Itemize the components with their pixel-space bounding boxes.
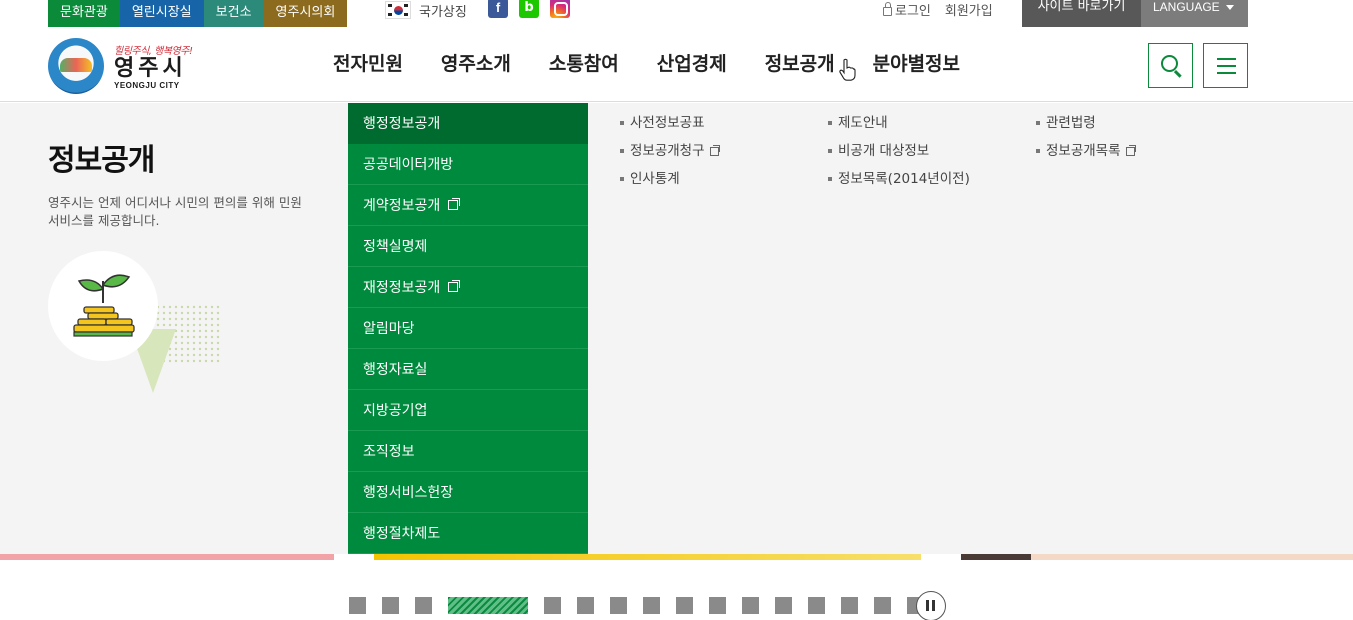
slide-indicator[interactable] [349, 597, 366, 614]
mega-menu-title: 정보공개 [48, 143, 155, 178]
quick-links: 문화관광 열린시장실 보건소 영주시의회 [48, 0, 348, 27]
all-menu-button[interactable] [1203, 43, 1248, 88]
slide-indicator-active[interactable] [448, 597, 528, 614]
korean-flag-icon [385, 1, 411, 19]
submenu-item-policy-realname[interactable]: 정책실명제 [348, 226, 588, 267]
social-links: f b [488, 0, 570, 18]
national-symbol-label: 국가상징 [419, 4, 467, 20]
sub-links-grid: 사전정보공표 제도안내 관련법령 정보공개청구 비공개 대상정보 정보공개목록 … [620, 113, 1220, 189]
site-header: 힐링주식, 행복영주! 영주시 YEONGJU CITY 전자민원 영주소개 소… [0, 27, 1353, 102]
slide-indicator[interactable] [874, 597, 891, 614]
link-related-laws[interactable]: 관련법령 [1036, 113, 1220, 133]
sprout-coins-illustration [48, 251, 222, 393]
site-logo[interactable]: 힐링주식, 행복영주! 영주시 YEONGJU CITY [48, 38, 193, 94]
search-button[interactable] [1148, 43, 1193, 88]
link-system-guide[interactable]: 제도안내 [828, 113, 1036, 133]
slide-indicator[interactable] [643, 597, 660, 614]
gnb-item-about[interactable]: 영주소개 [422, 51, 530, 77]
slide-indicator[interactable] [577, 597, 594, 614]
external-link-icon [448, 280, 461, 292]
slide-indicator[interactable] [415, 597, 432, 614]
gnb-item-civil-service[interactable]: 전자민원 [314, 51, 422, 77]
external-link-icon [1125, 144, 1136, 156]
banner-strip-yellow [374, 554, 921, 560]
login-link[interactable]: 로그인 [883, 0, 931, 19]
submenu-item-organization[interactable]: 조직정보 [348, 431, 588, 472]
language-label: LANGUAGE [1153, 0, 1220, 14]
link-personnel-stats[interactable]: 인사통계 [620, 169, 828, 189]
slider-pagination [349, 597, 940, 614]
main-navigation: 전자민원 영주소개 소통참여 산업경제 정보공개 분야별정보 [314, 51, 979, 77]
city-emblem-icon [48, 38, 104, 94]
slide-indicator[interactable] [544, 597, 561, 614]
submenu-item-archive[interactable]: 행정자료실 [348, 349, 588, 390]
slide-indicator[interactable] [709, 597, 726, 614]
link-info-list-archive[interactable]: 정보목록(2014년이전) [828, 169, 1036, 189]
link-disclosure-request[interactable]: 정보공개청구 [620, 141, 828, 161]
national-symbol-link[interactable]: 국가상징 [385, 0, 467, 20]
slide-indicator[interactable] [676, 597, 693, 614]
logo-slogan: 힐링주식, 행복영주! [114, 46, 193, 57]
submenu-item-finance-info[interactable]: 재정정보공개 [348, 267, 588, 308]
submenu-item-admin-info[interactable]: 행정정보공개 [348, 103, 588, 144]
submenu-item-public-enterprise[interactable]: 지방공기업 [348, 390, 588, 431]
submenu-item-notice[interactable]: 알림마당 [348, 308, 588, 349]
gnb-item-participation[interactable]: 소통참여 [530, 51, 638, 77]
link-disclosure-list[interactable]: 정보공개목록 [1036, 141, 1220, 161]
caret-down-icon [1225, 5, 1234, 11]
quick-link-mayor[interactable]: 열린시장실 [119, 0, 204, 27]
link-nondisclosure-info[interactable]: 비공개 대상정보 [828, 141, 1036, 161]
gnb-item-field-info[interactable]: 분야별정보 [854, 51, 979, 77]
submenu-item-service-charter[interactable]: 행정서비스헌장 [348, 472, 588, 513]
account-links: 로그인 회원가입 [883, 0, 993, 19]
site-shortcut-button[interactable]: 사이트 바로가기 [1022, 0, 1141, 27]
quick-link-health[interactable]: 보건소 [203, 0, 264, 27]
slide-indicator[interactable] [808, 597, 825, 614]
hand-cursor-icon [839, 58, 856, 81]
external-link-icon [448, 198, 461, 210]
lock-icon [883, 1, 892, 16]
slide-indicator[interactable] [775, 597, 792, 614]
submenu-list: 행정정보공개 공공데이터개방 계약정보공개 정책실명제 재정정보공개 알림마당 … [348, 103, 588, 554]
slide-indicator[interactable] [841, 597, 858, 614]
slide-indicator[interactable] [742, 597, 759, 614]
submenu-item-contract-info[interactable]: 계약정보공개 [348, 185, 588, 226]
quick-link-culture[interactable]: 문화관광 [48, 0, 120, 27]
external-link-icon [709, 144, 720, 156]
instagram-icon[interactable] [550, 0, 570, 18]
slide-indicator[interactable] [610, 597, 627, 614]
logo-english-name: YEONGJU CITY [114, 81, 180, 90]
mega-menu-description: 영주시는 언제 어디서나 시민의 편의를 위해 민원서비스를 제공합니다. [48, 195, 302, 228]
slide-indicator[interactable] [382, 597, 399, 614]
quick-link-council[interactable]: 영주시의회 [263, 0, 348, 27]
search-icon [1161, 55, 1178, 72]
language-select[interactable]: LANGUAGE [1141, 0, 1248, 27]
naver-blog-icon[interactable]: b [519, 0, 539, 18]
link-advance-disclosure[interactable]: 사전정보공표 [620, 113, 828, 133]
mega-menu-panel: 정보공개 영주시는 언제 어디서나 시민의 편의를 위해 민원서비스를 제공합니… [0, 103, 1353, 554]
gnb-item-economy[interactable]: 산업경제 [638, 51, 746, 77]
slider-pause-button[interactable] [916, 591, 946, 620]
signup-link[interactable]: 회원가입 [945, 0, 993, 19]
banner-strip-peach [961, 554, 1353, 560]
facebook-icon[interactable]: f [488, 0, 508, 18]
submenu-item-public-data[interactable]: 공공데이터개방 [348, 144, 588, 185]
utility-bar: 문화관광 열린시장실 보건소 영주시의회 국가상징 f b 로그인 회원가입 사… [0, 0, 1353, 27]
banner-strip-pink [0, 554, 334, 560]
logo-name: 영주시 [114, 56, 187, 81]
submenu-item-procedure[interactable]: 행정절차제도 [348, 513, 588, 554]
hamburger-icon [1217, 58, 1236, 74]
